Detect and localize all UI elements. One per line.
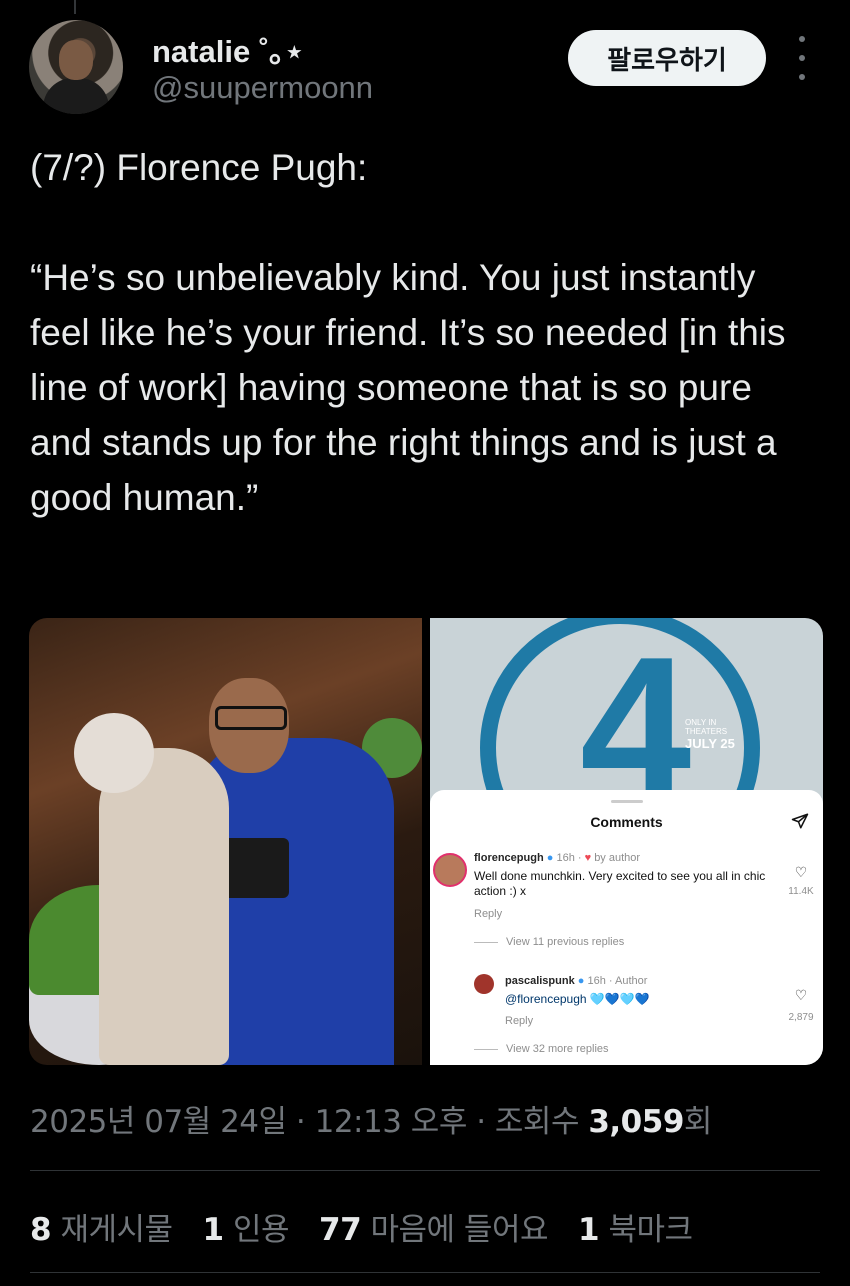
- more-options-icon[interactable]: [790, 36, 814, 80]
- comment-username: pascalispunk ● 16h · Author: [505, 975, 648, 987]
- avatar[interactable]: [29, 20, 123, 114]
- poster-small-text: ONLY IN THEATERS: [685, 718, 728, 736]
- tweet-text: (7/?) Florence Pugh: “He’s so unbelievab…: [30, 147, 786, 518]
- poster-date: JULY 25: [685, 736, 735, 751]
- engagement-stats: 8 재게시물 1 인용 77 마음에 들어요 1 북마크: [30, 1204, 693, 1249]
- photo-person-woman: [99, 748, 229, 1065]
- view-previous-replies: View 11 previous replies: [474, 936, 624, 948]
- follow-button[interactable]: 팔로우하기: [568, 30, 766, 86]
- bookmarks-stat[interactable]: 1 북마크: [578, 1204, 693, 1249]
- drag-handle: [611, 800, 643, 803]
- reply-link: Reply: [474, 908, 503, 920]
- avatar-face: [59, 40, 93, 80]
- reply-link: Reply: [505, 1015, 534, 1027]
- commenter-avatar: [474, 974, 494, 994]
- tweet-timestamp[interactable]: 2025년 07월 24일 · 12:13 오후 · 조회수 3,059회: [30, 1096, 712, 1141]
- view-more-replies: View 32 more replies: [474, 1043, 609, 1055]
- comment-text: Well done munchkin. Very excited to see …: [474, 869, 766, 898]
- instagram-comments-panel: Comments florencepugh ● 16h · ♥ by autho…: [430, 790, 823, 1065]
- like-count: 11.4K: [788, 886, 814, 897]
- thread-connector-line: [74, 0, 76, 14]
- photo-instagram-screenshot[interactable]: 4 ONLY IN THEATERS JULY 25 Comments flor…: [430, 618, 823, 1065]
- photo-event[interactable]: [29, 618, 422, 1065]
- divider: [30, 1170, 820, 1171]
- divider: [30, 1272, 820, 1273]
- view-count: 3,059: [588, 1104, 684, 1140]
- like-count: 2,879: [788, 1012, 814, 1023]
- heart-icon: ♡: [794, 987, 808, 1003]
- avatar-figure: [43, 78, 109, 114]
- heart-icon: ♡: [794, 864, 808, 880]
- user-handle[interactable]: @suupermoonn: [152, 70, 373, 106]
- reposts-stat[interactable]: 8 재게시물: [30, 1204, 173, 1249]
- likes-stat[interactable]: 77 마음에 들어요: [319, 1204, 548, 1249]
- quotes-stat[interactable]: 1 인용: [203, 1204, 290, 1249]
- comment-username: florencepugh ● 16h · ♥ by author: [474, 852, 641, 864]
- tweet-media[interactable]: 4 ONLY IN THEATERS JULY 25 Comments flor…: [29, 618, 823, 1065]
- display-name[interactable]: natalie ˚｡⋆: [152, 26, 304, 71]
- comments-title: Comments: [590, 814, 663, 830]
- send-icon: [791, 812, 809, 835]
- comment-text: @florencepugh 🩵💙🩵💙: [505, 992, 650, 1006]
- commenter-avatar: [433, 853, 467, 887]
